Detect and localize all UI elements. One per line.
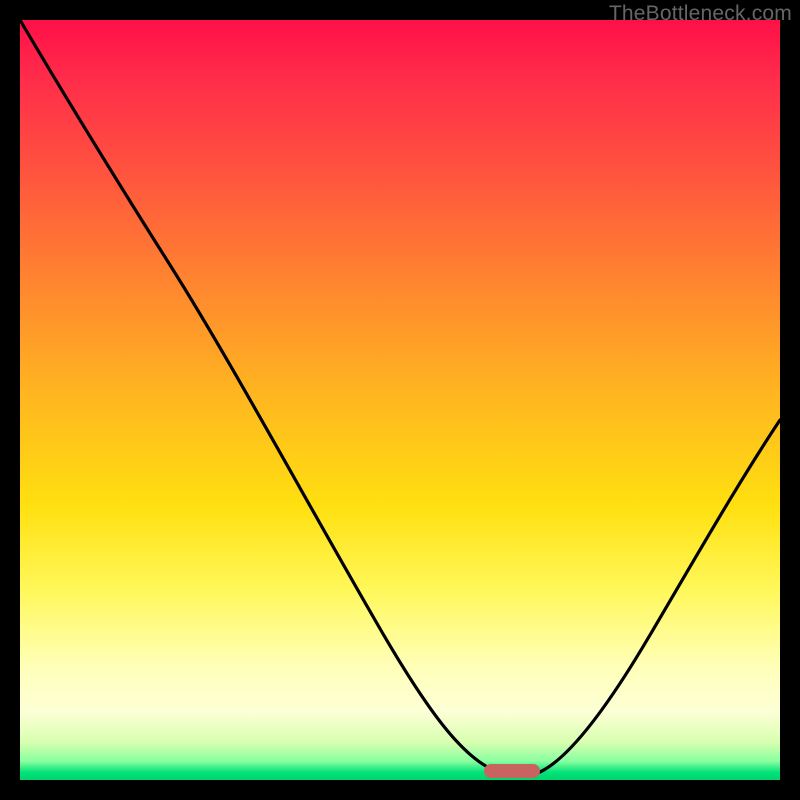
bottleneck-curve (20, 20, 780, 780)
chart-frame: TheBottleneck.com (0, 0, 800, 800)
watermark-text: TheBottleneck.com (609, 2, 792, 26)
optimal-marker (484, 764, 540, 778)
curve-path (20, 20, 780, 772)
plot-area (20, 20, 780, 780)
